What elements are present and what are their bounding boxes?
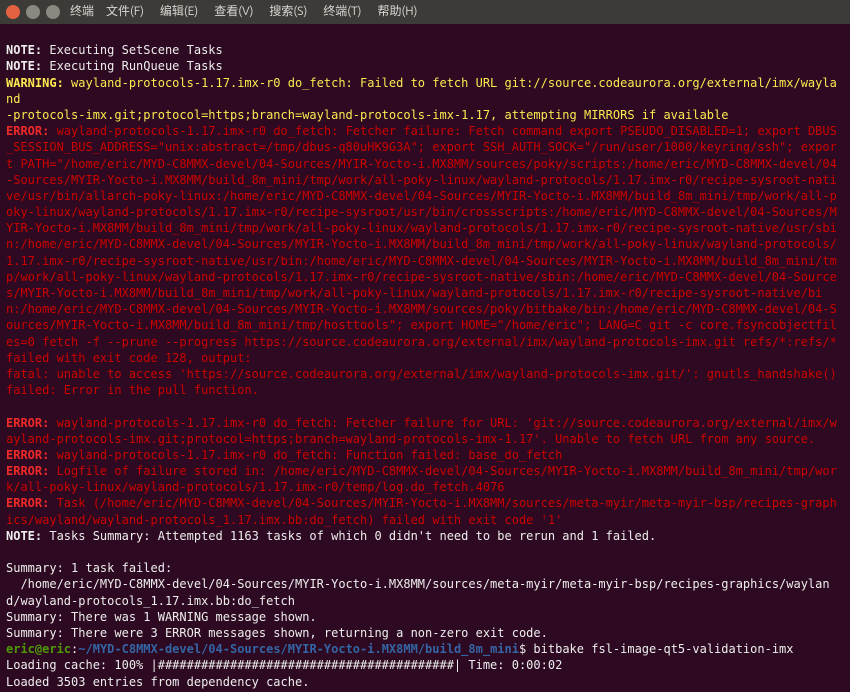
warning-text: wayland-protocols-1.17.imx-r0 do_fetch: … <box>6 76 837 106</box>
note-label: NOTE: <box>6 529 42 543</box>
error-label: ERROR: <box>6 496 49 510</box>
menu-edit[interactable]: 编辑(E) <box>154 2 204 22</box>
error-label: ERROR: <box>6 464 49 478</box>
warning-label: WARNING: <box>6 76 64 90</box>
prompt-sep: : <box>71 642 78 656</box>
maximize-icon[interactable] <box>46 5 60 19</box>
error-text: wayland-protocols-1.17.imx-r0 do_fetch: … <box>6 416 837 446</box>
error-label: ERROR: <box>6 448 49 462</box>
minimize-icon[interactable] <box>26 5 40 19</box>
menubar: 文件(F) 编辑(E) 查看(V) 搜索(S) 终端(T) 帮助(H) <box>100 2 423 22</box>
error-label: ERROR: <box>6 124 49 138</box>
note-label: NOTE: <box>6 43 42 57</box>
error-text: Logfile of failure stored in: /home/eric… <box>6 464 837 494</box>
window-controls <box>6 5 60 19</box>
prompt-user: eric@eric <box>6 642 71 656</box>
note-text: Tasks Summary: Attempted 1163 tasks of w… <box>42 529 656 543</box>
summary-header: Summary: 1 task failed: <box>6 561 172 575</box>
prompt-path: ~/MYD-C8MMX-devel/04-Sources/MYIR-Yocto-… <box>78 642 519 656</box>
note-label: NOTE: <box>6 59 42 73</box>
error-label: ERROR: <box>6 416 49 430</box>
error-text: Task (/home/eric/MYD-C8MMX-devel/04-Sour… <box>6 496 837 526</box>
cache-line: Loading cache: 100% |###################… <box>6 658 562 672</box>
menu-file[interactable]: 文件(F) <box>100 2 150 22</box>
summary-warning: Summary: There was 1 WARNING message sho… <box>6 610 317 624</box>
error-fatal: fatal: unable to access 'https://source.… <box>6 367 844 397</box>
note-text: Executing RunQueue Tasks <box>42 59 223 73</box>
error-text: wayland-protocols-1.17.imx-r0 do_fetch: … <box>49 448 562 462</box>
note-text: Executing SetScene Tasks <box>42 43 223 57</box>
app-label: 终端 <box>70 4 94 20</box>
prompt-dollar: $ <box>519 642 533 656</box>
error-text: wayland-protocols-1.17.imx-r0 do_fetch: … <box>6 124 844 365</box>
titlebar: 终端 文件(F) 编辑(E) 查看(V) 搜索(S) 终端(T) 帮助(H) <box>0 0 850 24</box>
command-input[interactable]: bitbake fsl-image-qt5-validation-imx <box>533 642 793 656</box>
close-icon[interactable] <box>6 5 20 19</box>
warning-text: -protocols-imx.git;protocol=https;branch… <box>6 108 728 122</box>
menu-help[interactable]: 帮助(H) <box>371 2 423 22</box>
terminal-output[interactable]: NOTE: Executing SetScene Tasks NOTE: Exe… <box>0 24 850 692</box>
menu-search[interactable]: 搜索(S) <box>263 2 313 22</box>
summary-path: /home/eric/MYD-C8MMX-devel/04-Sources/MY… <box>6 577 830 607</box>
menu-view[interactable]: 查看(V) <box>208 2 259 22</box>
menu-terminal[interactable]: 终端(T) <box>317 2 367 22</box>
summary-error: Summary: There were 3 ERROR messages sho… <box>6 626 548 640</box>
loaded-line: Loaded 3503 entries from dependency cach… <box>6 675 309 689</box>
